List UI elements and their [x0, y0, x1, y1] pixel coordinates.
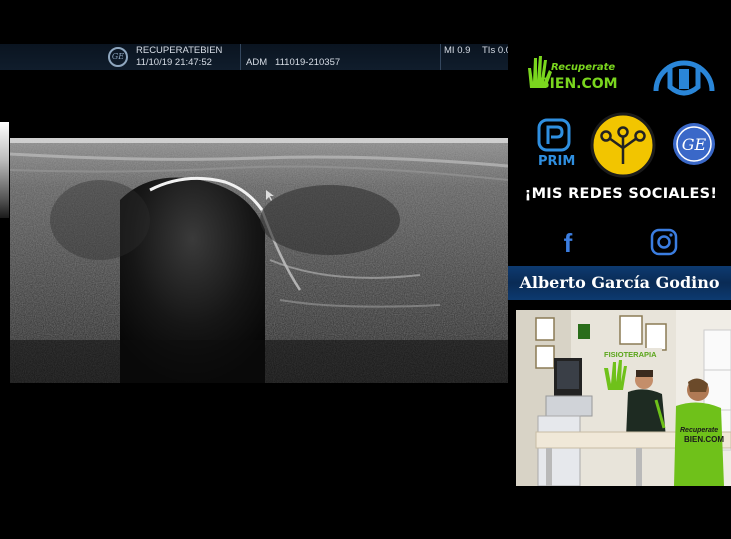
- exam-id: 111019-210357: [275, 57, 341, 68]
- ge-logo-text: GE: [682, 135, 707, 154]
- top-black-band: [0, 0, 731, 44]
- ultrasound-scan-graphic: [10, 138, 508, 383]
- shirt-line2: BIEN.COM: [684, 435, 724, 444]
- u-logo-icon: [652, 51, 716, 103]
- clinic-photo: FISIOTERAPIA Recuperate BIEN.COM: [516, 310, 731, 486]
- ge-logo-small-icon: GE: [108, 47, 128, 67]
- clinic-scene-graphic: FISIOTERAPIA Recuperate BIEN.COM: [516, 310, 731, 486]
- operator-label: ADM: [246, 57, 268, 68]
- brand-line1: Recuperate: [551, 62, 616, 73]
- mechanical-index: MI 0.9: [444, 45, 471, 56]
- brand-line2: BIEN.COM: [539, 76, 618, 92]
- presenter-name: Alberto García Godino: [519, 273, 720, 292]
- patient-name: RECUPERATEBIEN: [136, 45, 223, 56]
- wall-sign: FISIOTERAPIA: [604, 350, 657, 359]
- header-divider: [440, 44, 441, 70]
- ge-logo-icon: GE: [671, 121, 717, 167]
- ultrasound-image: [0, 70, 508, 486]
- header-divider: [240, 44, 241, 70]
- exam-datetime: 11/10/19 21:47:52: [136, 57, 212, 68]
- thermal-index: TIs 0.0: [482, 45, 508, 56]
- instagram-icon[interactable]: [650, 228, 678, 256]
- svg-text:f: f: [564, 228, 573, 256]
- shirt-line1: Recuperate: [680, 427, 718, 434]
- name-banner: Alberto García Godino: [508, 266, 731, 300]
- grayscale-bar: [0, 122, 9, 218]
- facebook-icon[interactable]: f: [557, 228, 579, 258]
- social-heading: ¡MIS REDES SOCIALES!: [524, 186, 718, 202]
- prim-logo-icon: [537, 118, 571, 152]
- prim-label: PRIM: [538, 154, 576, 169]
- network-logo-icon: [590, 112, 656, 178]
